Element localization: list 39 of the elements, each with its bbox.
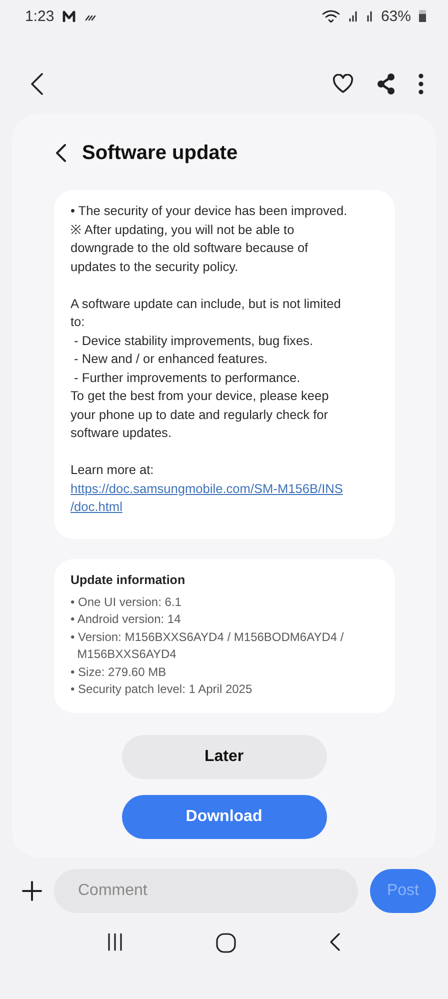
info-item: • Security patch level: 1 April 2025 — [70, 681, 254, 698]
back-button[interactable] — [30, 72, 44, 96]
wifi-icon — [322, 9, 340, 23]
cellular-signal-icon — [366, 9, 373, 23]
later-button[interactable]: Later — [122, 734, 326, 778]
chevron-left-icon — [30, 72, 44, 96]
recents-icon — [106, 933, 123, 951]
page-title: Software update — [82, 142, 238, 164]
more-icon — [418, 73, 424, 95]
back-icon — [329, 933, 342, 951]
more-button[interactable] — [418, 73, 424, 95]
plus-icon — [22, 881, 42, 901]
info-item: • Android version: 14 — [70, 611, 182, 628]
download-button[interactable]: Download — [122, 794, 326, 838]
share-button[interactable] — [376, 73, 396, 95]
status-time: 1:23 — [25, 8, 54, 24]
recents-button[interactable] — [106, 933, 123, 953]
info-item: • One UI version: 6.1 — [70, 594, 182, 610]
title-back-button[interactable] — [56, 144, 66, 162]
favorite-button[interactable] — [332, 74, 354, 94]
home-button[interactable] — [216, 933, 236, 953]
doc-link[interactable]: https://doc.samsungmobile.com/SM-M156B/INS /doc.html — [70, 480, 343, 516]
mail-icon — [62, 10, 76, 22]
chevron-left-icon — [56, 144, 66, 162]
cellular-signal-icon — [348, 9, 358, 23]
share-icon — [376, 73, 396, 95]
comment-field[interactable]: Comment — [54, 869, 358, 913]
battery-icon — [419, 10, 426, 22]
notes-paragraph: A software update can include, but is not limited to: - Device stability improvements, bug fixes. - New and / or enhanced features. - Further improvements to performance. To get the best from your device, please keep your phone up to date and regularly check for software updates. — [70, 294, 342, 442]
notes-paragraph: Learn more at: — [70, 461, 155, 479]
notes-paragraph: • The security of your device has been improved. ※ After updating, you will not be able to downgrade to the old software because of updates to the security policy. — [70, 202, 348, 276]
info-title: Update information — [70, 572, 186, 586]
info-item: • Size: 279.60 MB — [70, 664, 168, 680]
info-item: • Version: M156BXXS6AYD4 / M156BODM6AYD4 / M156BXXS6AYD4 — [70, 628, 345, 663]
heart-icon — [332, 74, 354, 94]
home-icon — [216, 933, 236, 953]
battery-percent: 63% — [380, 8, 411, 24]
nav-back-button[interactable] — [329, 933, 342, 953]
add-button[interactable] — [22, 881, 42, 901]
